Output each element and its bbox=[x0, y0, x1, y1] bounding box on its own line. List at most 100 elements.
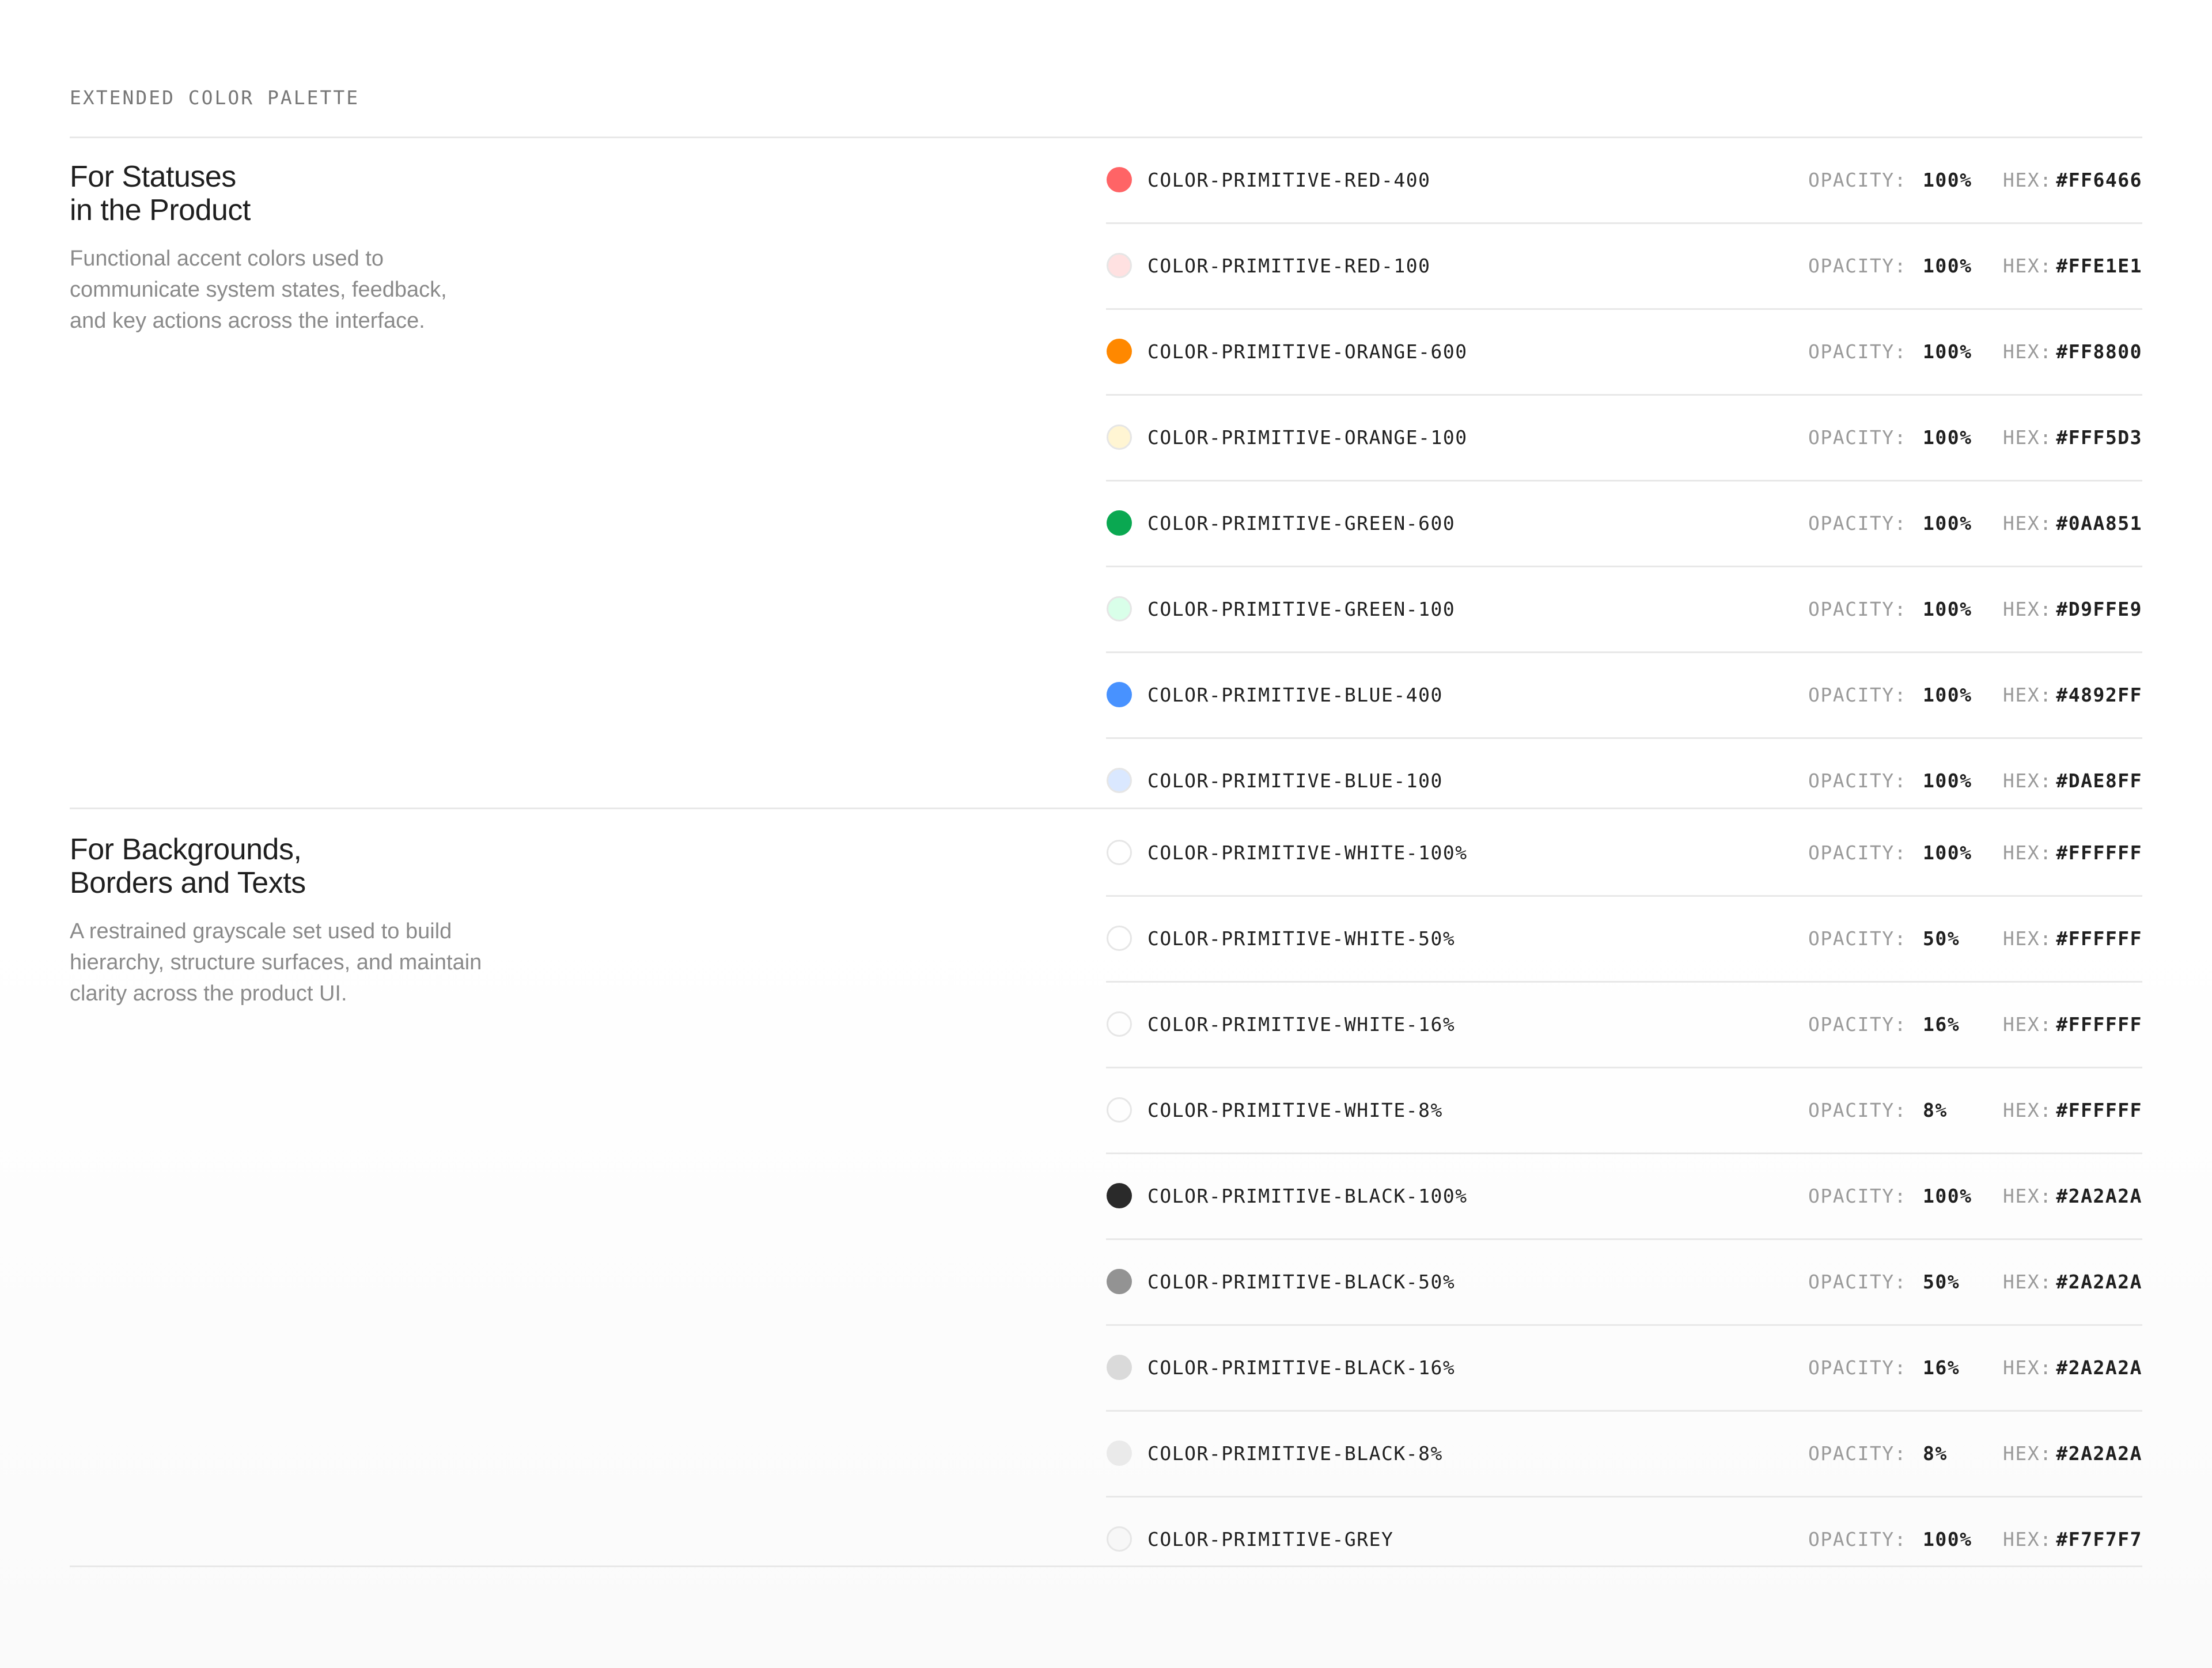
section-title: For Backgrounds, Borders and Texts bbox=[70, 833, 588, 900]
color-swatch-icon bbox=[1107, 682, 1132, 707]
section-description: A restrained grayscale set used to build… bbox=[70, 916, 565, 1009]
opacity-value: 100% bbox=[1923, 598, 1972, 620]
opacity-label: OPACITY: bbox=[1808, 169, 1907, 191]
color-swatch-icon bbox=[1107, 339, 1132, 364]
token-name: COLOR-PRIMITIVE-BLACK-100% bbox=[1147, 1185, 1468, 1207]
color-swatch-icon bbox=[1107, 424, 1132, 450]
color-token-list: COLOR-PRIMITIVE-WHITE-100% OPACITY: 100% HE… bbox=[1106, 811, 2142, 1582]
opacity-value: 100% bbox=[1923, 769, 1972, 792]
opacity-label: OPACITY: bbox=[1808, 1442, 1907, 1465]
opacity-label: OPACITY: bbox=[1808, 426, 1907, 449]
token-name: COLOR-PRIMITIVE-WHITE-16% bbox=[1147, 1013, 1456, 1036]
opacity-value: 16% bbox=[1923, 1356, 1960, 1379]
color-token-row: COLOR-PRIMITIVE-ORANGE-100 OPACITY: 100% HE… bbox=[1106, 396, 2142, 482]
section-description-line: hierarchy, structure surfaces, and maint… bbox=[70, 950, 482, 975]
section-description-line: A restrained grayscale set used to build bbox=[70, 919, 452, 943]
section-title-line: For Backgrounds, bbox=[70, 833, 302, 866]
hex-label: HEX: bbox=[2003, 426, 2052, 449]
section-intro: For Statuses in the Product Functional a… bbox=[70, 160, 588, 336]
token-name: COLOR-PRIMITIVE-BLACK-8% bbox=[1147, 1442, 1443, 1465]
page-eyebrow: EXTENDED COLOR PALETTE bbox=[70, 86, 360, 109]
opacity-value: 100% bbox=[1923, 255, 1972, 277]
color-token-row: COLOR-PRIMITIVE-RED-100 OPACITY: 100% HEX: #… bbox=[1106, 224, 2142, 310]
hex-value: #FFFFFF bbox=[2056, 927, 2142, 950]
hex-value: #FFFFFF bbox=[2056, 1099, 2142, 1121]
color-token-row: COLOR-PRIMITIVE-RED-400 OPACITY: 100% HEX: #… bbox=[1106, 138, 2142, 224]
color-swatch-icon bbox=[1107, 1440, 1132, 1466]
token-name: COLOR-PRIMITIVE-BLACK-16% bbox=[1147, 1356, 1456, 1379]
opacity-label: OPACITY: bbox=[1808, 1356, 1907, 1379]
opacity-label: OPACITY: bbox=[1808, 1528, 1907, 1551]
section-title-line: Borders and Texts bbox=[70, 866, 306, 900]
color-token-row: COLOR-PRIMITIVE-WHITE-100% OPACITY: 100% HE… bbox=[1106, 811, 2142, 897]
hex-label: HEX: bbox=[2003, 1185, 2052, 1207]
hex-value: #4892FF bbox=[2056, 684, 2142, 706]
hex-label: HEX: bbox=[2003, 1356, 2052, 1379]
hex-label: HEX: bbox=[2003, 927, 2052, 950]
opacity-value: 100% bbox=[1923, 1185, 1972, 1207]
opacity-label: OPACITY: bbox=[1808, 255, 1907, 277]
color-swatch-icon bbox=[1107, 167, 1132, 192]
hex-label: HEX: bbox=[2003, 1271, 2052, 1293]
opacity-label: OPACITY: bbox=[1808, 1099, 1907, 1121]
opacity-value: 100% bbox=[1923, 340, 1972, 363]
hex-label: HEX: bbox=[2003, 1528, 2052, 1551]
section-backgrounds: For Backgrounds, Borders and Texts A res… bbox=[70, 811, 2142, 1565]
token-name: COLOR-PRIMITIVE-WHITE-50% bbox=[1147, 927, 1456, 950]
color-token-row: COLOR-PRIMITIVE-BLACK-16% OPACITY: 16% HEX:… bbox=[1106, 1326, 2142, 1412]
section-intro: For Backgrounds, Borders and Texts A res… bbox=[70, 833, 588, 1009]
color-token-row: COLOR-PRIMITIVE-BLUE-400 OPACITY: 100% HEX:… bbox=[1106, 653, 2142, 739]
opacity-label: OPACITY: bbox=[1808, 769, 1907, 792]
hex-value: #FFFFFF bbox=[2056, 841, 2142, 864]
section-description: Functional accent colors used to communi… bbox=[70, 243, 565, 336]
opacity-value: 100% bbox=[1923, 512, 1972, 534]
opacity-value: 16% bbox=[1923, 1013, 1960, 1036]
hex-value: #FFE1E1 bbox=[2056, 255, 2142, 277]
color-token-row: COLOR-PRIMITIVE-BLACK-100% OPACITY: 100% HE… bbox=[1106, 1154, 2142, 1240]
color-token-list: COLOR-PRIMITIVE-RED-400 OPACITY: 100% HEX: #… bbox=[1106, 138, 2142, 823]
hex-value: #FFFFFF bbox=[2056, 1013, 2142, 1036]
opacity-value: 100% bbox=[1923, 1528, 1972, 1551]
opacity-label: OPACITY: bbox=[1808, 1271, 1907, 1293]
section-description-line: and key actions across the interface. bbox=[70, 309, 425, 333]
section-divider bbox=[70, 808, 2142, 809]
color-token-row: COLOR-PRIMITIVE-WHITE-16% OPACITY: 16% HEX:… bbox=[1106, 983, 2142, 1068]
token-name: COLOR-PRIMITIVE-GREEN-600 bbox=[1147, 512, 1456, 534]
opacity-value: 100% bbox=[1923, 169, 1972, 191]
token-name: COLOR-PRIMITIVE-GREEN-100 bbox=[1147, 598, 1456, 620]
hex-value: #2A2A2A bbox=[2056, 1442, 2142, 1465]
section-statuses: For Statuses in the Product Functional a… bbox=[70, 138, 2142, 808]
opacity-value: 8% bbox=[1923, 1442, 1948, 1465]
hex-label: HEX: bbox=[2003, 512, 2052, 534]
color-swatch-icon bbox=[1107, 1526, 1132, 1552]
opacity-label: OPACITY: bbox=[1808, 512, 1907, 534]
hex-value: #2A2A2A bbox=[2056, 1271, 2142, 1293]
hex-label: HEX: bbox=[2003, 1442, 2052, 1465]
hex-value: #0AA851 bbox=[2056, 512, 2142, 534]
opacity-label: OPACITY: bbox=[1808, 598, 1907, 620]
token-name: COLOR-PRIMITIVE-BLACK-50% bbox=[1147, 1271, 1456, 1293]
color-token-row: COLOR-PRIMITIVE-ORANGE-600 OPACITY: 100% HE… bbox=[1106, 310, 2142, 396]
hex-label: HEX: bbox=[2003, 1099, 2052, 1121]
hex-value: #D9FFE9 bbox=[2056, 598, 2142, 620]
hex-value: #FFF5D3 bbox=[2056, 426, 2142, 449]
opacity-label: OPACITY: bbox=[1808, 684, 1907, 706]
bottom-divider bbox=[70, 1565, 2142, 1567]
hex-value: #FF6466 bbox=[2056, 169, 2142, 191]
token-name: COLOR-PRIMITIVE-BLUE-100 bbox=[1147, 769, 1443, 792]
opacity-label: OPACITY: bbox=[1808, 1013, 1907, 1036]
color-swatch-icon bbox=[1107, 1011, 1132, 1037]
opacity-value: 50% bbox=[1923, 1271, 1960, 1293]
color-swatch-icon bbox=[1107, 926, 1132, 951]
color-token-row: COLOR-PRIMITIVE-GREY OPACITY: 100% HEX: #F7F… bbox=[1106, 1498, 2142, 1582]
color-token-row: COLOR-PRIMITIVE-WHITE-50% OPACITY: 50% HEX:… bbox=[1106, 897, 2142, 983]
hex-label: HEX: bbox=[2003, 684, 2052, 706]
token-name: COLOR-PRIMITIVE-WHITE-8% bbox=[1147, 1099, 1443, 1121]
token-name: COLOR-PRIMITIVE-ORANGE-600 bbox=[1147, 340, 1468, 363]
section-description-line: communicate system states, feedback, bbox=[70, 278, 447, 302]
color-swatch-icon bbox=[1107, 1183, 1132, 1208]
token-name: COLOR-PRIMITIVE-RED-400 bbox=[1147, 169, 1431, 191]
opacity-label: OPACITY: bbox=[1808, 340, 1907, 363]
opacity-value: 100% bbox=[1923, 426, 1972, 449]
color-swatch-icon bbox=[1107, 1097, 1132, 1123]
